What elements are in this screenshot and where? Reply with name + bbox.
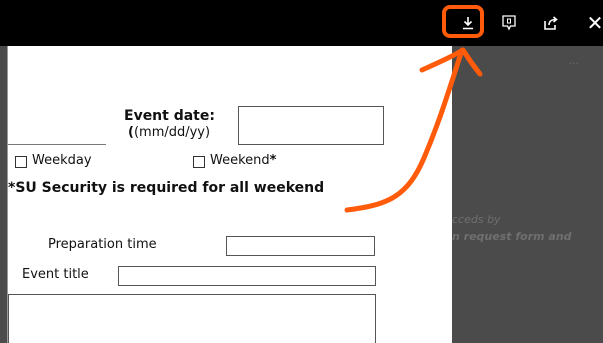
weekend-label-text: Weekend — [210, 153, 270, 168]
share-button[interactable] — [538, 10, 564, 36]
weekend-label: Weekend* — [210, 153, 276, 168]
download-button[interactable] — [453, 9, 483, 37]
side-panel-dots: ... — [568, 54, 580, 67]
side-panel-text-line2: n request form and — [452, 230, 572, 243]
security-note: *SU Security is required for all weekend — [8, 180, 325, 196]
viewer-toolbar: ✕ — [0, 0, 603, 46]
download-icon — [463, 17, 473, 30]
close-button[interactable]: ✕ — [582, 10, 603, 36]
weekend-checkbox[interactable] — [193, 156, 205, 168]
event-date-format: ((mm/dd/yy) — [128, 125, 211, 140]
weekday-checkbox[interactable] — [15, 156, 27, 168]
pdf-page: Event date: ((mm/dd/yy) Weekday Weekend*… — [7, 46, 452, 343]
close-icon: ✕ — [586, 11, 603, 35]
weekday-label: Weekday — [32, 153, 92, 168]
divider-line — [8, 144, 106, 145]
weekend-asterisk: * — [269, 153, 277, 168]
event-title-field[interactable] — [118, 266, 376, 286]
event-date-label: Event date: — [124, 108, 215, 124]
event-date-format-text: (mm/dd/yy) — [133, 125, 211, 140]
share-icon — [544, 16, 558, 30]
side-panel — [452, 46, 603, 343]
preparation-time-field[interactable] — [226, 236, 375, 256]
event-description-field[interactable] — [8, 294, 376, 343]
event-title-label: Event title — [22, 267, 89, 282]
preparation-time-label: Preparation time — [48, 237, 157, 252]
comment-icon — [502, 15, 516, 31]
event-date-field[interactable] — [238, 106, 384, 145]
comment-button[interactable] — [496, 10, 522, 36]
side-panel-text-line1: cceds by — [452, 213, 501, 226]
